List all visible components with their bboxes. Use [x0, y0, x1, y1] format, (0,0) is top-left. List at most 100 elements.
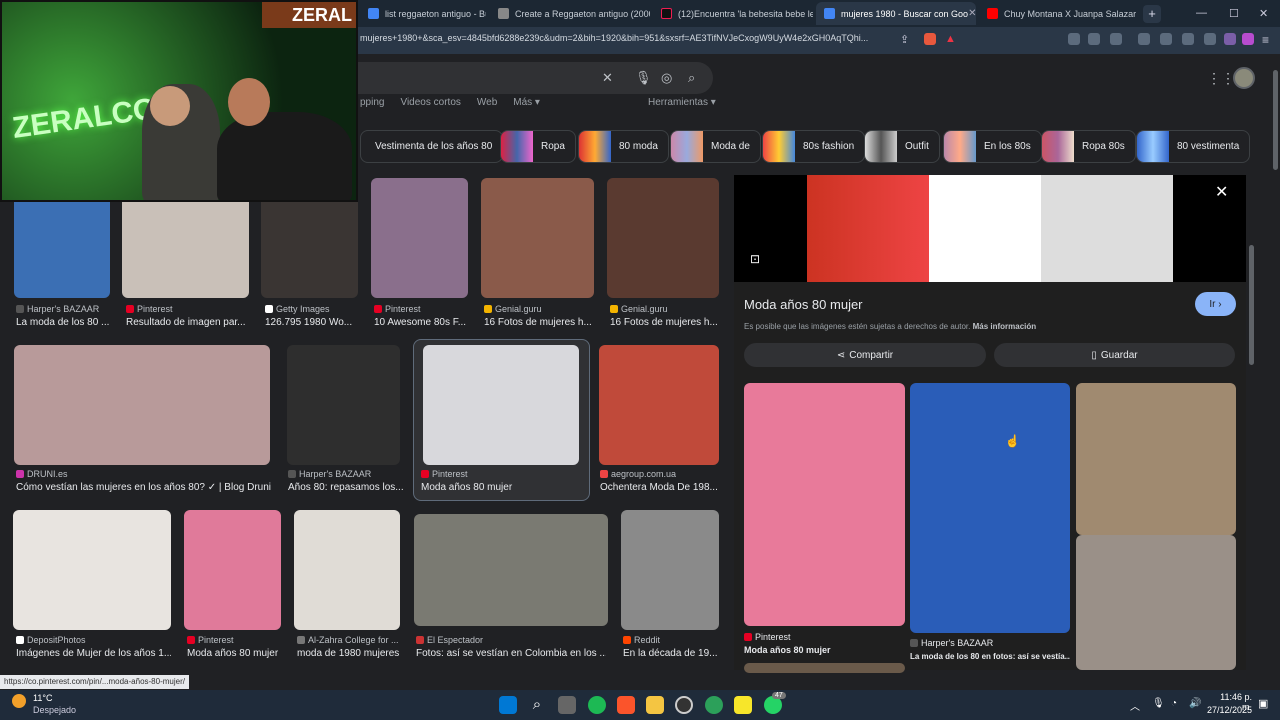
chip-vestimenta-80[interactable]: Vestimenta de los años 80: [360, 130, 504, 163]
tab-shopping[interactable]: pping: [360, 97, 384, 108]
extension-icon[interactable]: [1068, 33, 1080, 45]
result-title[interactable]: La moda de los 80 ...: [16, 317, 116, 328]
close-icon[interactable]: ✕: [1215, 182, 1228, 202]
related-image[interactable]: [744, 383, 905, 626]
result-title[interactable]: Imágenes de Mujer de los años 1...: [16, 648, 171, 659]
result-title[interactable]: Moda años 80 mujer: [421, 482, 581, 493]
tab-videos[interactable]: Videos cortos: [400, 97, 460, 108]
bookmark-icon[interactable]: [1204, 33, 1216, 45]
new-tab-button[interactable]: +: [1143, 5, 1161, 23]
tab-4-active[interactable]: mujeres 1980 - Buscar con Goo ✕: [816, 2, 976, 25]
obs-icon[interactable]: [675, 696, 693, 714]
volume-icon[interactable]: 🔊: [1189, 698, 1201, 709]
search-icon[interactable]: ⌕: [688, 70, 695, 86]
tab-1[interactable]: list reggaeton antiguo - Buscar✕: [360, 2, 486, 25]
chip-moda-de[interactable]: Moda de: [670, 130, 761, 163]
result-title[interactable]: 10 Awesome 80s F...: [374, 317, 472, 328]
chip-ropa-80s[interactable]: Ropa 80s: [1041, 130, 1136, 163]
weather-icon[interactable]: [12, 694, 26, 708]
result-image[interactable]: [371, 178, 468, 298]
tab-more[interactable]: Más ▾: [513, 97, 540, 108]
windows-start-icon[interactable]: [499, 696, 517, 714]
spotify-icon[interactable]: [588, 696, 606, 714]
result-image[interactable]: [414, 514, 608, 626]
result-image[interactable]: [287, 345, 400, 465]
result-image[interactable]: [261, 195, 358, 298]
related-image[interactable]: [1076, 535, 1236, 670]
url-field[interactable]: mujeres+1980+&sca_esv=4845bfd6288e239c&u…: [360, 33, 868, 43]
related-title[interactable]: La moda de los 80 en fotos: así se vestí…: [910, 652, 1070, 661]
minimize-button[interactable]: —: [1196, 7, 1207, 19]
clock-date[interactable]: 27/12/2025: [1206, 705, 1252, 715]
maximize-button[interactable]: ☐: [1229, 7, 1239, 20]
result-image[interactable]: [599, 345, 719, 465]
result-image[interactable]: [13, 510, 171, 630]
camera-search-icon[interactable]: ◎: [661, 70, 672, 86]
share-button[interactable]: ⋖ Compartir: [744, 343, 986, 367]
panel-scrollbar-thumb[interactable]: [1249, 245, 1254, 365]
avatar[interactable]: [1233, 67, 1255, 89]
brave-shield-icon[interactable]: [924, 33, 936, 45]
related-image[interactable]: [1076, 383, 1236, 535]
result-title[interactable]: moda de 1980 mujeres: [297, 648, 407, 659]
result-title[interactable]: Fotos: así se vestían en Colombia en los…: [416, 648, 606, 659]
menu-icon[interactable]: ≡: [1262, 33, 1274, 47]
result-image[interactable]: [481, 178, 594, 298]
chip-ropa[interactable]: Ropa: [500, 130, 576, 163]
save-button[interactable]: ▯ Guardar: [994, 343, 1235, 367]
search-icon[interactable]: ⌕: [528, 696, 546, 714]
tab-5[interactable]: Chuy Montana X Juanpa Salazar - Fe: [979, 2, 1139, 25]
file-explorer-icon[interactable]: [646, 696, 664, 714]
result-image[interactable]: [621, 510, 719, 630]
more-info-link[interactable]: Más información: [973, 322, 1037, 331]
profile-icon[interactable]: [1242, 33, 1254, 45]
microphone-icon[interactable]: 🎙: [635, 70, 652, 86]
result-title[interactable]: Moda años 80 mujer: [187, 648, 287, 659]
chip-80s-fashion[interactable]: 80s fashion: [762, 130, 866, 163]
share-icon[interactable]: ⇪: [900, 33, 912, 46]
weather-desc[interactable]: Despejado: [33, 705, 76, 715]
chip-en-los-80s[interactable]: En los 80s: [943, 130, 1042, 163]
result-title[interactable]: Años 80: repasamos los...: [288, 482, 403, 493]
close-icon[interactable]: ✕: [968, 8, 976, 19]
notifications-icon[interactable]: ▣: [1258, 697, 1268, 710]
result-image[interactable]: [607, 178, 719, 298]
puzzle-icon[interactable]: [1088, 33, 1100, 45]
clear-icon[interactable]: ✕: [602, 70, 613, 86]
result-image[interactable]: [423, 345, 579, 465]
chip-80-vestimenta[interactable]: 80 vestimenta: [1136, 130, 1251, 163]
chip-outfit[interactable]: Outfit: [864, 130, 940, 163]
lens-icon[interactable]: ⊡: [750, 252, 760, 266]
result-title[interactable]: Cómo vestían las mujeres en los años 80?…: [16, 482, 278, 493]
sidebar-icon[interactable]: [1138, 33, 1150, 45]
result-image[interactable]: [122, 195, 249, 298]
result-title[interactable]: 16 Fotos de mujeres h...: [484, 317, 596, 328]
related-title[interactable]: Moda años 80 mujer: [744, 645, 904, 655]
result-image[interactable]: [184, 510, 281, 630]
close-window-button[interactable]: ✕: [1259, 7, 1268, 20]
vpn-icon[interactable]: [1182, 33, 1194, 45]
result-title[interactable]: Resultado de imagen par...: [126, 317, 251, 328]
warning-icon[interactable]: ▲: [945, 33, 957, 45]
apps-icon[interactable]: ⋮⋮: [1207, 70, 1235, 87]
related-image[interactable]: [910, 383, 1070, 633]
result-image[interactable]: [294, 510, 400, 630]
search-input[interactable]: [357, 62, 713, 94]
result-image[interactable]: [14, 195, 110, 298]
network-icon[interactable]: ◔: [1171, 698, 1177, 709]
brave-icon[interactable]: [617, 696, 635, 714]
related-image[interactable]: [744, 663, 905, 673]
reading-list-icon[interactable]: [1160, 33, 1172, 45]
tab-2[interactable]: Create a Reggaeton antiguo (2000: [490, 2, 650, 25]
tab-web[interactable]: Web: [477, 97, 497, 108]
result-title[interactable]: 16 Fotos de mujeres h...: [610, 317, 718, 328]
app-icon[interactable]: [705, 696, 723, 714]
wallet-icon[interactable]: [1110, 33, 1122, 45]
tools-button[interactable]: Herramientas ▾: [648, 97, 716, 108]
microphone-icon[interactable]: 🎙: [1152, 698, 1165, 709]
weather-temp[interactable]: 11°C: [33, 693, 52, 703]
app-icon[interactable]: [734, 696, 752, 714]
scrollbar-thumb[interactable]: [1273, 70, 1278, 170]
result-title[interactable]: Ochentera Moda De 198...: [600, 482, 718, 493]
chip-80-moda[interactable]: 80 moda: [578, 130, 669, 163]
